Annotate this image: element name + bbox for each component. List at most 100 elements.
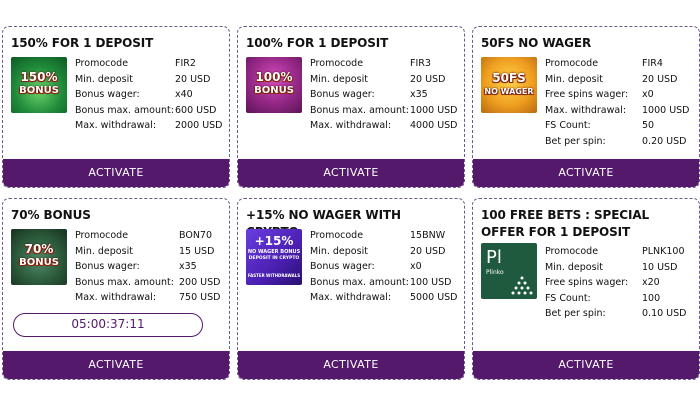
thumb-line-2: BONUS bbox=[19, 257, 59, 268]
detail-value: x35 bbox=[410, 89, 428, 101]
detail-label: Free spins wager: bbox=[545, 89, 629, 101]
detail-value: 0.20 USD bbox=[642, 135, 687, 147]
detail-value: PLNK100 bbox=[642, 246, 685, 258]
activate-button[interactable]: ACTIVATE bbox=[3, 351, 229, 379]
detail-value: 100 USD bbox=[410, 276, 452, 288]
card-title: 150% FOR 1 DEPOSIT bbox=[11, 36, 154, 50]
detail-label: Bonus max. amount: bbox=[310, 276, 409, 288]
detail-label: Max. withdrawal: bbox=[75, 292, 157, 304]
thumb-line-1: 100% bbox=[255, 70, 293, 84]
detail-value: 100 bbox=[642, 292, 661, 304]
detail-value: 1000 USD bbox=[642, 104, 690, 116]
detail-label: Bonus wager: bbox=[75, 261, 140, 273]
detail-value: 20 USD bbox=[642, 73, 678, 85]
detail-label: FS Count: bbox=[545, 292, 591, 304]
thumb-line-1: 70% bbox=[24, 242, 54, 256]
detail-value: 4000 USD bbox=[410, 120, 458, 132]
thumb-line-1: +15% bbox=[254, 234, 294, 248]
card-title: 70% BONUS bbox=[11, 208, 91, 222]
detail-label: Bonus max. amount: bbox=[75, 104, 174, 116]
detail-label: Bet per spin: bbox=[545, 308, 606, 320]
bonus-thumbnail: 50FS NO WAGER bbox=[481, 57, 537, 113]
detail-label: Bet per spin: bbox=[545, 135, 606, 147]
detail-value: x0 bbox=[642, 89, 654, 101]
detail-value: x20 bbox=[642, 277, 660, 289]
bonus-card-3: 50FS NO WAGER 50FS NO WAGER Promocode FIR… bbox=[472, 26, 700, 188]
detail-value: 10 USD bbox=[642, 261, 678, 273]
bonus-details: Promocode FIR2 Min. deposit 20 USD Bonus w… bbox=[75, 56, 223, 134]
bonus-thumbnail: 100% BONUS bbox=[246, 57, 302, 113]
detail-label: Max. withdrawal: bbox=[310, 120, 392, 132]
activate-button[interactable]: ACTIVATE bbox=[238, 159, 464, 187]
bonus-card-4: 70% BONUS 70% BONUS Promocode BON70 Min. … bbox=[2, 198, 230, 380]
detail-value: 600 USD bbox=[175, 104, 217, 116]
thumb-line-1: 50FS bbox=[492, 71, 526, 85]
thumb-line-2: BONUS bbox=[19, 85, 59, 96]
detail-label: Promocode bbox=[310, 58, 364, 70]
detail-value: 20 USD bbox=[175, 73, 211, 85]
detail-label: Promocode bbox=[310, 230, 364, 242]
detail-label: Bonus max. amount: bbox=[75, 276, 174, 288]
detail-value: x0 bbox=[410, 261, 422, 273]
detail-label: FS Count: bbox=[545, 120, 591, 132]
thumb-line-2: BONUS bbox=[254, 85, 294, 96]
detail-label: Min. deposit bbox=[545, 73, 603, 85]
detail-value: 2000 USD bbox=[175, 120, 223, 132]
detail-label: Promocode bbox=[75, 58, 129, 70]
detail-label: Free spins wager: bbox=[545, 277, 629, 289]
detail-value: 200 USD bbox=[179, 276, 221, 288]
thumb-line-3: DEPOSIT IN CRYPTO bbox=[248, 256, 300, 261]
detail-value: 15 USD bbox=[179, 245, 215, 257]
card-title: 100 FREE BETS : SPECIAL OFFER FOR 1 DEPO… bbox=[481, 208, 650, 239]
bonus-card-5: +15% NO WAGER WITH CRYPTO +15% NO WAGER … bbox=[237, 198, 465, 380]
bonus-details: Promocode FIR4 Min. deposit 20 USD Free sp… bbox=[545, 56, 693, 149]
detail-value: 20 USD bbox=[410, 245, 446, 257]
detail-value: 0.10 USD bbox=[642, 308, 687, 320]
activate-button[interactable]: ACTIVATE bbox=[473, 159, 699, 187]
detail-value: 5000 USD bbox=[410, 292, 458, 304]
detail-value: 15BNW bbox=[410, 230, 446, 242]
bonus-card-1: 150% FOR 1 DEPOSIT 150% BONUS Promocode F… bbox=[2, 26, 230, 188]
detail-label: Min. deposit bbox=[545, 261, 603, 273]
detail-value: 20 USD bbox=[410, 73, 446, 85]
card-title: 100% FOR 1 DEPOSIT bbox=[246, 36, 389, 50]
detail-label: Min. deposit bbox=[310, 245, 368, 257]
bonus-card-2: 100% FOR 1 DEPOSIT 100% BONUS Promocode F… bbox=[237, 26, 465, 188]
detail-label: Bonus wager: bbox=[310, 89, 375, 101]
detail-value: x35 bbox=[179, 261, 197, 273]
detail-value: FIR2 bbox=[175, 58, 196, 70]
detail-label: Bonus wager: bbox=[310, 261, 375, 273]
card-title: 50FS NO WAGER bbox=[481, 36, 592, 50]
detail-label: Min. deposit bbox=[310, 73, 368, 85]
thumb-line-2: NO WAGER bbox=[484, 87, 534, 96]
detail-value: FIR4 bbox=[642, 58, 663, 70]
detail-value: BON70 bbox=[179, 230, 213, 242]
thumb-line-2: NO WAGER BONUS bbox=[247, 249, 301, 255]
bonus-details: Promocode PLNK100 Min. deposit 10 USD Free… bbox=[545, 244, 693, 322]
detail-label: Max. withdrawal: bbox=[310, 292, 392, 304]
thumb-line-1: 150% bbox=[20, 70, 58, 84]
thumb-line-4: FASTER WITHDRAWALS bbox=[247, 272, 301, 278]
bonus-thumbnail: Pl Plinko bbox=[481, 243, 537, 299]
bonus-details: Promocode FIR3 Min. deposit 20 USD Bonus w… bbox=[310, 56, 458, 134]
detail-label: Bonus wager: bbox=[75, 89, 140, 101]
detail-label: Min. deposit bbox=[75, 73, 133, 85]
activate-button[interactable]: ACTIVATE bbox=[473, 351, 699, 379]
detail-value: 50 bbox=[642, 120, 655, 132]
detail-value: x40 bbox=[175, 89, 193, 101]
bonus-details: Promocode BON70 Min. deposit 15 USD Bonus … bbox=[75, 228, 223, 306]
detail-value: 750 USD bbox=[179, 292, 221, 304]
detail-value: 1000 USD bbox=[410, 104, 458, 116]
bonus-thumbnail: 150% BONUS bbox=[11, 57, 67, 113]
detail-label: Promocode bbox=[545, 58, 599, 70]
plinko-pyramid-icon bbox=[511, 276, 533, 295]
bonus-thumbnail: 70% BONUS bbox=[11, 229, 67, 285]
bonus-details: Promocode 15BNW Min. deposit 20 USD Bonus … bbox=[310, 228, 458, 306]
detail-label: Bonus max. amount: bbox=[310, 104, 409, 116]
bonus-card-6: 100 FREE BETS : SPECIAL OFFER FOR 1 DEPO… bbox=[472, 198, 700, 380]
detail-label: Promocode bbox=[545, 246, 599, 258]
activate-button[interactable]: ACTIVATE bbox=[3, 159, 229, 187]
detail-label: Max. withdrawal: bbox=[545, 104, 627, 116]
activate-button[interactable]: ACTIVATE bbox=[238, 351, 464, 379]
detail-label: Max. withdrawal: bbox=[75, 120, 157, 132]
